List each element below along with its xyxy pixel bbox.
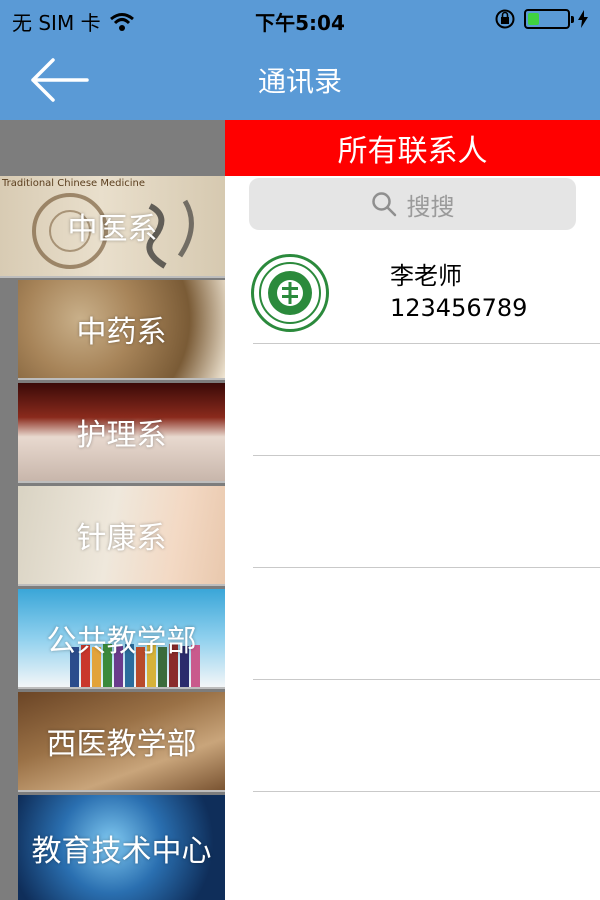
row-divider	[253, 791, 600, 792]
sidebar-item-label: 中医系	[67, 212, 158, 247]
search-icon	[371, 192, 396, 217]
sidebar-item-label: 西医教学部	[46, 727, 197, 762]
empty-row	[225, 456, 600, 568]
status-bar: 无 SIM 卡 下午5:04	[0, 0, 600, 40]
empty-row	[225, 344, 600, 456]
contact-phone: 123456789	[390, 294, 528, 322]
sidebar-item-tcm[interactable]: Traditional Chinese Medicine 中医系	[0, 176, 225, 278]
nav-bar: 通讯录	[0, 40, 600, 120]
contact-row[interactable]: 李老师 123456789	[225, 232, 600, 344]
empty-row	[225, 680, 600, 792]
contact-name: 李老师	[390, 262, 462, 290]
contacts-panel: 所有联系人 搜搜 李老师 123456789	[225, 120, 600, 900]
sidebar-item-label: 公共教学部	[46, 624, 197, 659]
school-logo-icon	[251, 254, 329, 332]
empty-row	[225, 568, 600, 680]
sidebar-item-label: 针康系	[76, 521, 167, 556]
search-placeholder: 搜搜	[406, 192, 455, 221]
page-title: 通讯录	[257, 65, 342, 98]
battery-icon	[524, 9, 574, 29]
rotation-lock-icon	[495, 9, 515, 29]
all-contacts-header: 所有联系人	[225, 120, 600, 176]
battery-level-fill	[528, 13, 540, 25]
search-input[interactable]: 搜搜	[249, 178, 576, 230]
charging-bolt-icon	[578, 10, 588, 28]
sidebar-item-label: 中药系	[76, 315, 167, 350]
sidebar-item-acupuncture[interactable]: 针康系	[18, 486, 225, 586]
sidebar-item-public-teaching[interactable]: 公共教学部	[18, 589, 225, 689]
sidebar-item-nursing[interactable]: 护理系	[18, 383, 225, 483]
sidebar-item-label: 教育技术中心	[31, 833, 212, 869]
category-sidebar: Traditional Chinese Medicine 中医系 中药系 护理系…	[0, 120, 225, 900]
sidebar-item-pharmacy[interactable]: 中药系	[18, 280, 225, 380]
sidebar-item-western-medicine[interactable]: 西医教学部	[18, 692, 225, 792]
sidebar-item-edu-tech[interactable]: 教育技术中心	[18, 795, 225, 900]
status-right-group	[494, 8, 588, 30]
top-bar: 无 SIM 卡 下午5:04 通讯录	[0, 0, 600, 120]
sidebar-item-label: 护理系	[76, 418, 167, 453]
